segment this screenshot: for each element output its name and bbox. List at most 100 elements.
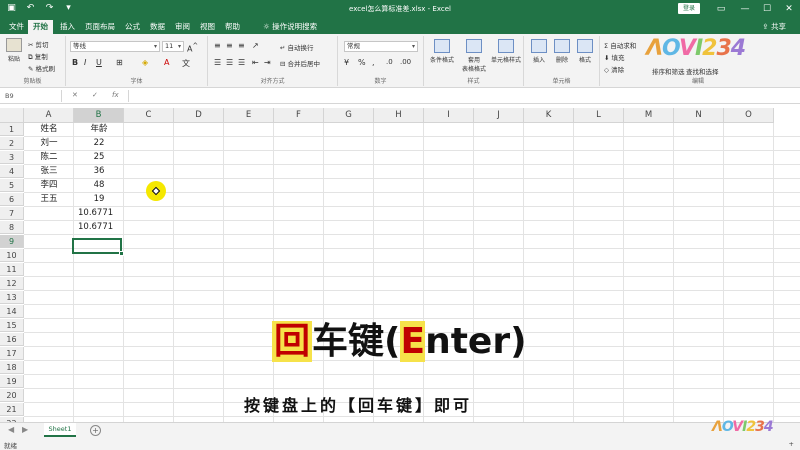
minimize-icon[interactable]: — [738, 2, 752, 16]
merge-center-button[interactable]: ⊟ 合并后居中 [280, 58, 320, 68]
comma-icon[interactable]: , [372, 58, 375, 67]
cell-styles-button[interactable]: 单元格样式 [488, 39, 524, 64]
tab-insert[interactable]: 插入 [55, 20, 80, 34]
row-header-13[interactable]: 13 [0, 291, 24, 304]
sheet-tab[interactable]: Sheet1 [44, 423, 76, 437]
row-header-14[interactable]: 14 [0, 305, 24, 318]
cell-a6[interactable]: 王五 [24, 193, 74, 206]
orientation-icon[interactable]: ↗ [252, 41, 259, 50]
select-all-corner[interactable] [0, 108, 24, 123]
row-header-8[interactable]: 8 [0, 221, 24, 234]
row-header-21[interactable]: 21 [0, 403, 24, 416]
phonetic-icon[interactable]: 文 [182, 58, 190, 69]
row-header-3[interactable]: 3 [0, 151, 24, 164]
row-header-10[interactable]: 10 [0, 249, 24, 262]
percent-icon[interactable]: % [358, 58, 366, 67]
row-header-1[interactable]: 1 [0, 123, 24, 136]
tab-help[interactable]: 帮助 [220, 20, 245, 34]
row-header-15[interactable]: 15 [0, 319, 24, 332]
tell-me-search[interactable]: ☼ 操作说明搜索 [258, 20, 322, 34]
cell-b7[interactable]: 10.6771 [74, 207, 124, 220]
share-button[interactable]: ⇪ 共享 [762, 21, 786, 32]
sort-filter-button[interactable]: 排序和筛选 [652, 66, 685, 76]
tab-data[interactable]: 数据 [145, 20, 170, 34]
column-header-j[interactable]: J [474, 108, 524, 123]
row-header-5[interactable]: 5 [0, 179, 24, 192]
fx-button[interactable]: fx [112, 91, 119, 99]
row-header-17[interactable]: 17 [0, 347, 24, 360]
format-painter-button[interactable]: ✎ 格式刷 [28, 63, 55, 73]
close-icon[interactable]: ✕ [782, 2, 796, 16]
column-header-e[interactable]: E [224, 108, 274, 123]
autosum-button[interactable]: Σ 自动求和 [604, 40, 636, 50]
tab-home[interactable]: 开始 [28, 20, 53, 34]
font-name-select[interactable]: 等线 ▾ [70, 41, 160, 52]
align-middle-icon[interactable]: ≡ [226, 41, 233, 50]
decrease-decimal-icon[interactable]: .00 [400, 58, 411, 66]
column-header-g[interactable]: G [324, 108, 374, 123]
bold-button[interactable]: B [72, 58, 78, 67]
cell-b5[interactable]: 48 [74, 179, 124, 192]
column-header-b[interactable]: B [74, 108, 124, 123]
align-bottom-icon[interactable]: ≡ [238, 41, 245, 50]
cell-b2[interactable]: 22 [74, 137, 124, 150]
row-header-11[interactable]: 11 [0, 263, 24, 276]
increase-decimal-icon[interactable]: .0 [386, 58, 393, 66]
row-header-4[interactable]: 4 [0, 165, 24, 178]
login-button[interactable]: 登录 [678, 3, 700, 14]
column-header-a[interactable]: A [24, 108, 74, 123]
worksheet-grid[interactable]: ABCDEFGHIJKLMNO 1 2 3 4 5 6 7 8 9 10 11 12 13 14 15 16 1… [0, 104, 800, 422]
underline-button[interactable]: U [96, 58, 102, 67]
cell-a5[interactable]: 李四 [24, 179, 74, 192]
tab-view[interactable]: 视图 [195, 20, 220, 34]
row-header-6[interactable]: 6 [0, 193, 24, 206]
formula-input[interactable] [128, 90, 792, 102]
row-header-20[interactable]: 20 [0, 389, 24, 402]
indent-icon[interactable]: ⇤ [252, 58, 259, 67]
add-sheet-icon[interactable]: + [90, 425, 101, 436]
zoom-in-button[interactable]: + [789, 440, 794, 448]
font-size-select[interactable]: 11 ▾ [162, 41, 184, 52]
tab-file[interactable]: 文件 [4, 20, 29, 34]
tab-review[interactable]: 审阅 [170, 20, 195, 34]
cell-b4[interactable]: 36 [74, 165, 124, 178]
cell-b8[interactable]: 10.6771 [74, 221, 124, 234]
format-as-table-button[interactable]: 套用 表格格式 [458, 39, 490, 73]
fill-handle[interactable] [119, 251, 124, 256]
column-header-c[interactable]: C [124, 108, 174, 123]
cell-a3[interactable]: 陈二 [24, 151, 74, 164]
row-header-7[interactable]: 7 [0, 207, 24, 220]
clear-button[interactable]: ◇ 清除 [604, 64, 624, 74]
cut-button[interactable]: ✂ 剪切 [28, 39, 49, 49]
column-header-k[interactable]: K [524, 108, 574, 123]
format-cells-button[interactable]: 格式 [574, 39, 596, 64]
outdent-icon[interactable]: ⇥ [264, 58, 271, 67]
cell-a4[interactable]: 张三 [24, 165, 74, 178]
fill-button[interactable]: ⬇ 填充 [604, 52, 625, 62]
find-select-button[interactable]: 查找和选择 [686, 66, 719, 76]
column-header-o[interactable]: O [724, 108, 774, 123]
tab-page-layout[interactable]: 页面布局 [80, 20, 120, 34]
wrap-text-button[interactable]: ↵ 自动换行 [280, 42, 314, 52]
conditional-format-button[interactable]: 条件格式 [426, 39, 458, 64]
prev-sheet-icon[interactable]: ◀ [8, 425, 14, 434]
column-header-i[interactable]: I [424, 108, 474, 123]
insert-cells-button[interactable]: 插入 [528, 39, 550, 64]
cell-a1[interactable]: 姓名 [24, 123, 74, 136]
column-header-n[interactable]: N [674, 108, 724, 123]
column-header-h[interactable]: H [374, 108, 424, 123]
currency-icon[interactable]: ¥ [344, 58, 349, 67]
border-icon[interactable]: ⊞ [116, 58, 123, 67]
cell-b6[interactable]: 19 [74, 193, 124, 206]
name-box[interactable]: B9 [2, 90, 62, 102]
copy-button[interactable]: ⧉ 复制 [28, 51, 48, 62]
cell-b1[interactable]: 年龄 [74, 123, 124, 136]
cell-b3[interactable]: 25 [74, 151, 124, 164]
row-header-19[interactable]: 19 [0, 375, 24, 388]
align-left-icon[interactable]: ☰ [214, 58, 221, 67]
cell-a2[interactable]: 刘一 [24, 137, 74, 150]
next-sheet-icon[interactable]: ▶ [22, 425, 28, 434]
ribbon-display-icon[interactable]: ▭ [714, 2, 728, 16]
row-header-9[interactable]: 9 [0, 235, 24, 248]
number-format-select[interactable]: 常规 ▾ [344, 41, 418, 52]
